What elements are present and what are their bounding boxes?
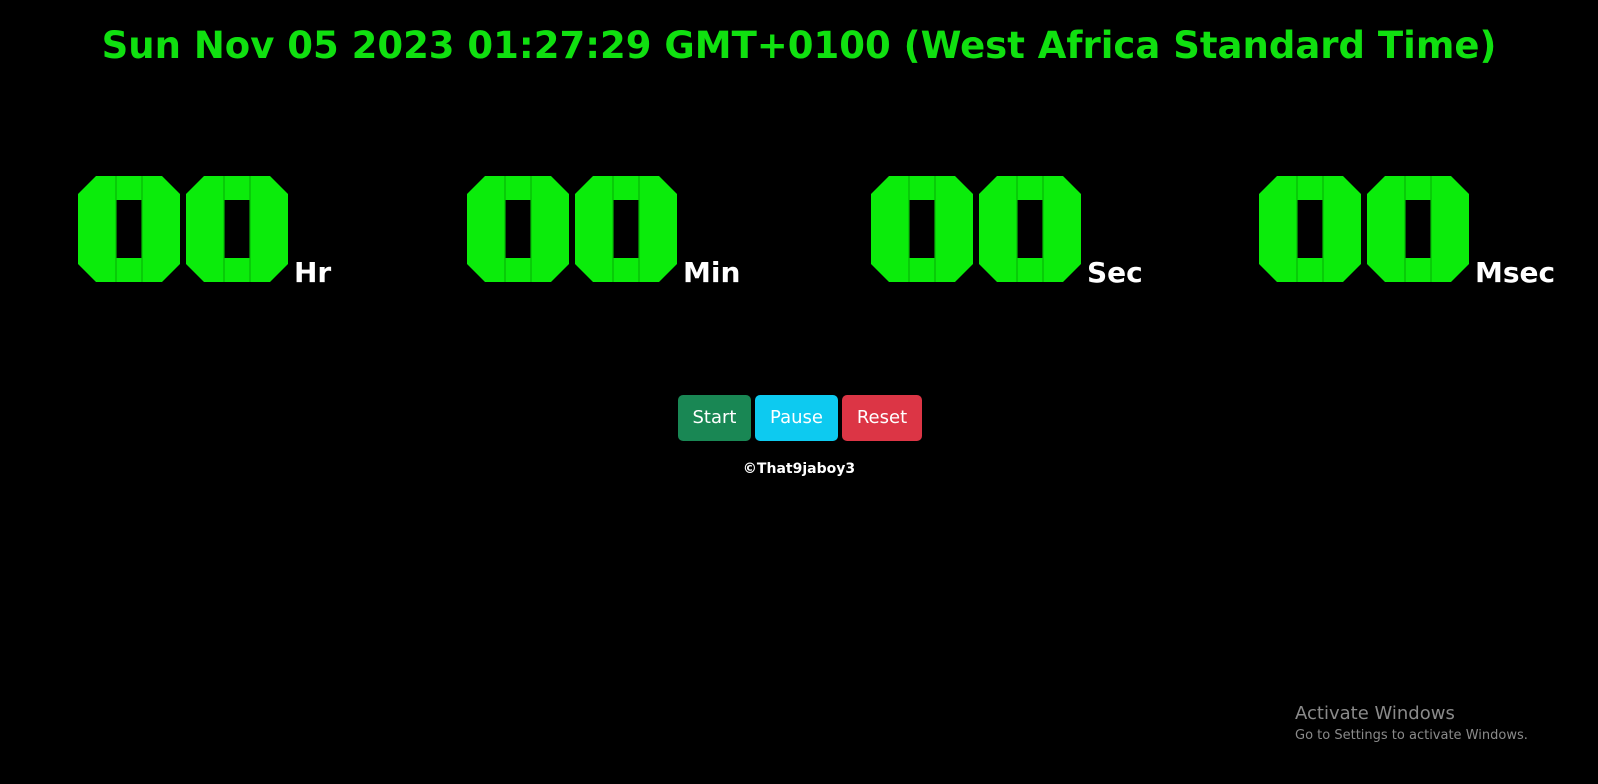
digit-0-glyph xyxy=(979,176,1081,282)
seconds-label: Sec xyxy=(1087,256,1143,289)
milliseconds-label: Msec xyxy=(1475,256,1556,289)
stopwatch-page: Sun Nov 05 2023 01:27:29 GMT+0100 (West … xyxy=(0,0,1598,784)
digit-body xyxy=(78,176,180,282)
minutes-digit-ones xyxy=(575,176,677,282)
digit-0-glyph xyxy=(871,176,973,282)
digit-body xyxy=(871,176,973,282)
hours-label: Hr xyxy=(294,256,332,289)
milliseconds-digit-tens xyxy=(1259,176,1361,282)
milliseconds-digits xyxy=(1259,176,1471,282)
milliseconds-digit-ones xyxy=(1367,176,1469,282)
seconds-digit-tens xyxy=(871,176,973,282)
digit-0-glyph xyxy=(186,176,288,282)
digit-body xyxy=(1259,176,1361,282)
digit-0-glyph xyxy=(1259,176,1361,282)
digit-0-glyph xyxy=(1367,176,1469,282)
minutes-digit-tens xyxy=(467,176,569,282)
digit-body xyxy=(979,176,1081,282)
seconds-digits xyxy=(871,176,1083,282)
current-datetime: Sun Nov 05 2023 01:27:29 GMT+0100 (West … xyxy=(101,24,1497,67)
hours-digits xyxy=(78,176,290,282)
digit-body xyxy=(575,176,677,282)
digit-0-glyph xyxy=(78,176,180,282)
activate-windows-watermark: Activate Windows Go to Settings to activ… xyxy=(1295,702,1528,746)
watermark-subtitle: Go to Settings to activate Windows. xyxy=(1295,728,1528,743)
seconds-digit-ones xyxy=(979,176,1081,282)
hours-digit-tens xyxy=(78,176,180,282)
pause-button[interactable]: Pause xyxy=(755,395,838,441)
reset-button[interactable]: Reset xyxy=(842,395,922,441)
digit-body xyxy=(1367,176,1469,282)
minutes-label: Min xyxy=(683,256,741,289)
hours-digit-ones xyxy=(186,176,288,282)
minutes-digits xyxy=(467,176,679,282)
digit-0-glyph xyxy=(467,176,569,282)
digit-0-glyph xyxy=(575,176,677,282)
watermark-title: Activate Windows xyxy=(1295,703,1455,724)
digit-body xyxy=(186,176,288,282)
digit-body xyxy=(467,176,569,282)
copyright-text: ©That9jaboy3 xyxy=(742,461,856,477)
start-button[interactable]: Start xyxy=(678,395,751,441)
